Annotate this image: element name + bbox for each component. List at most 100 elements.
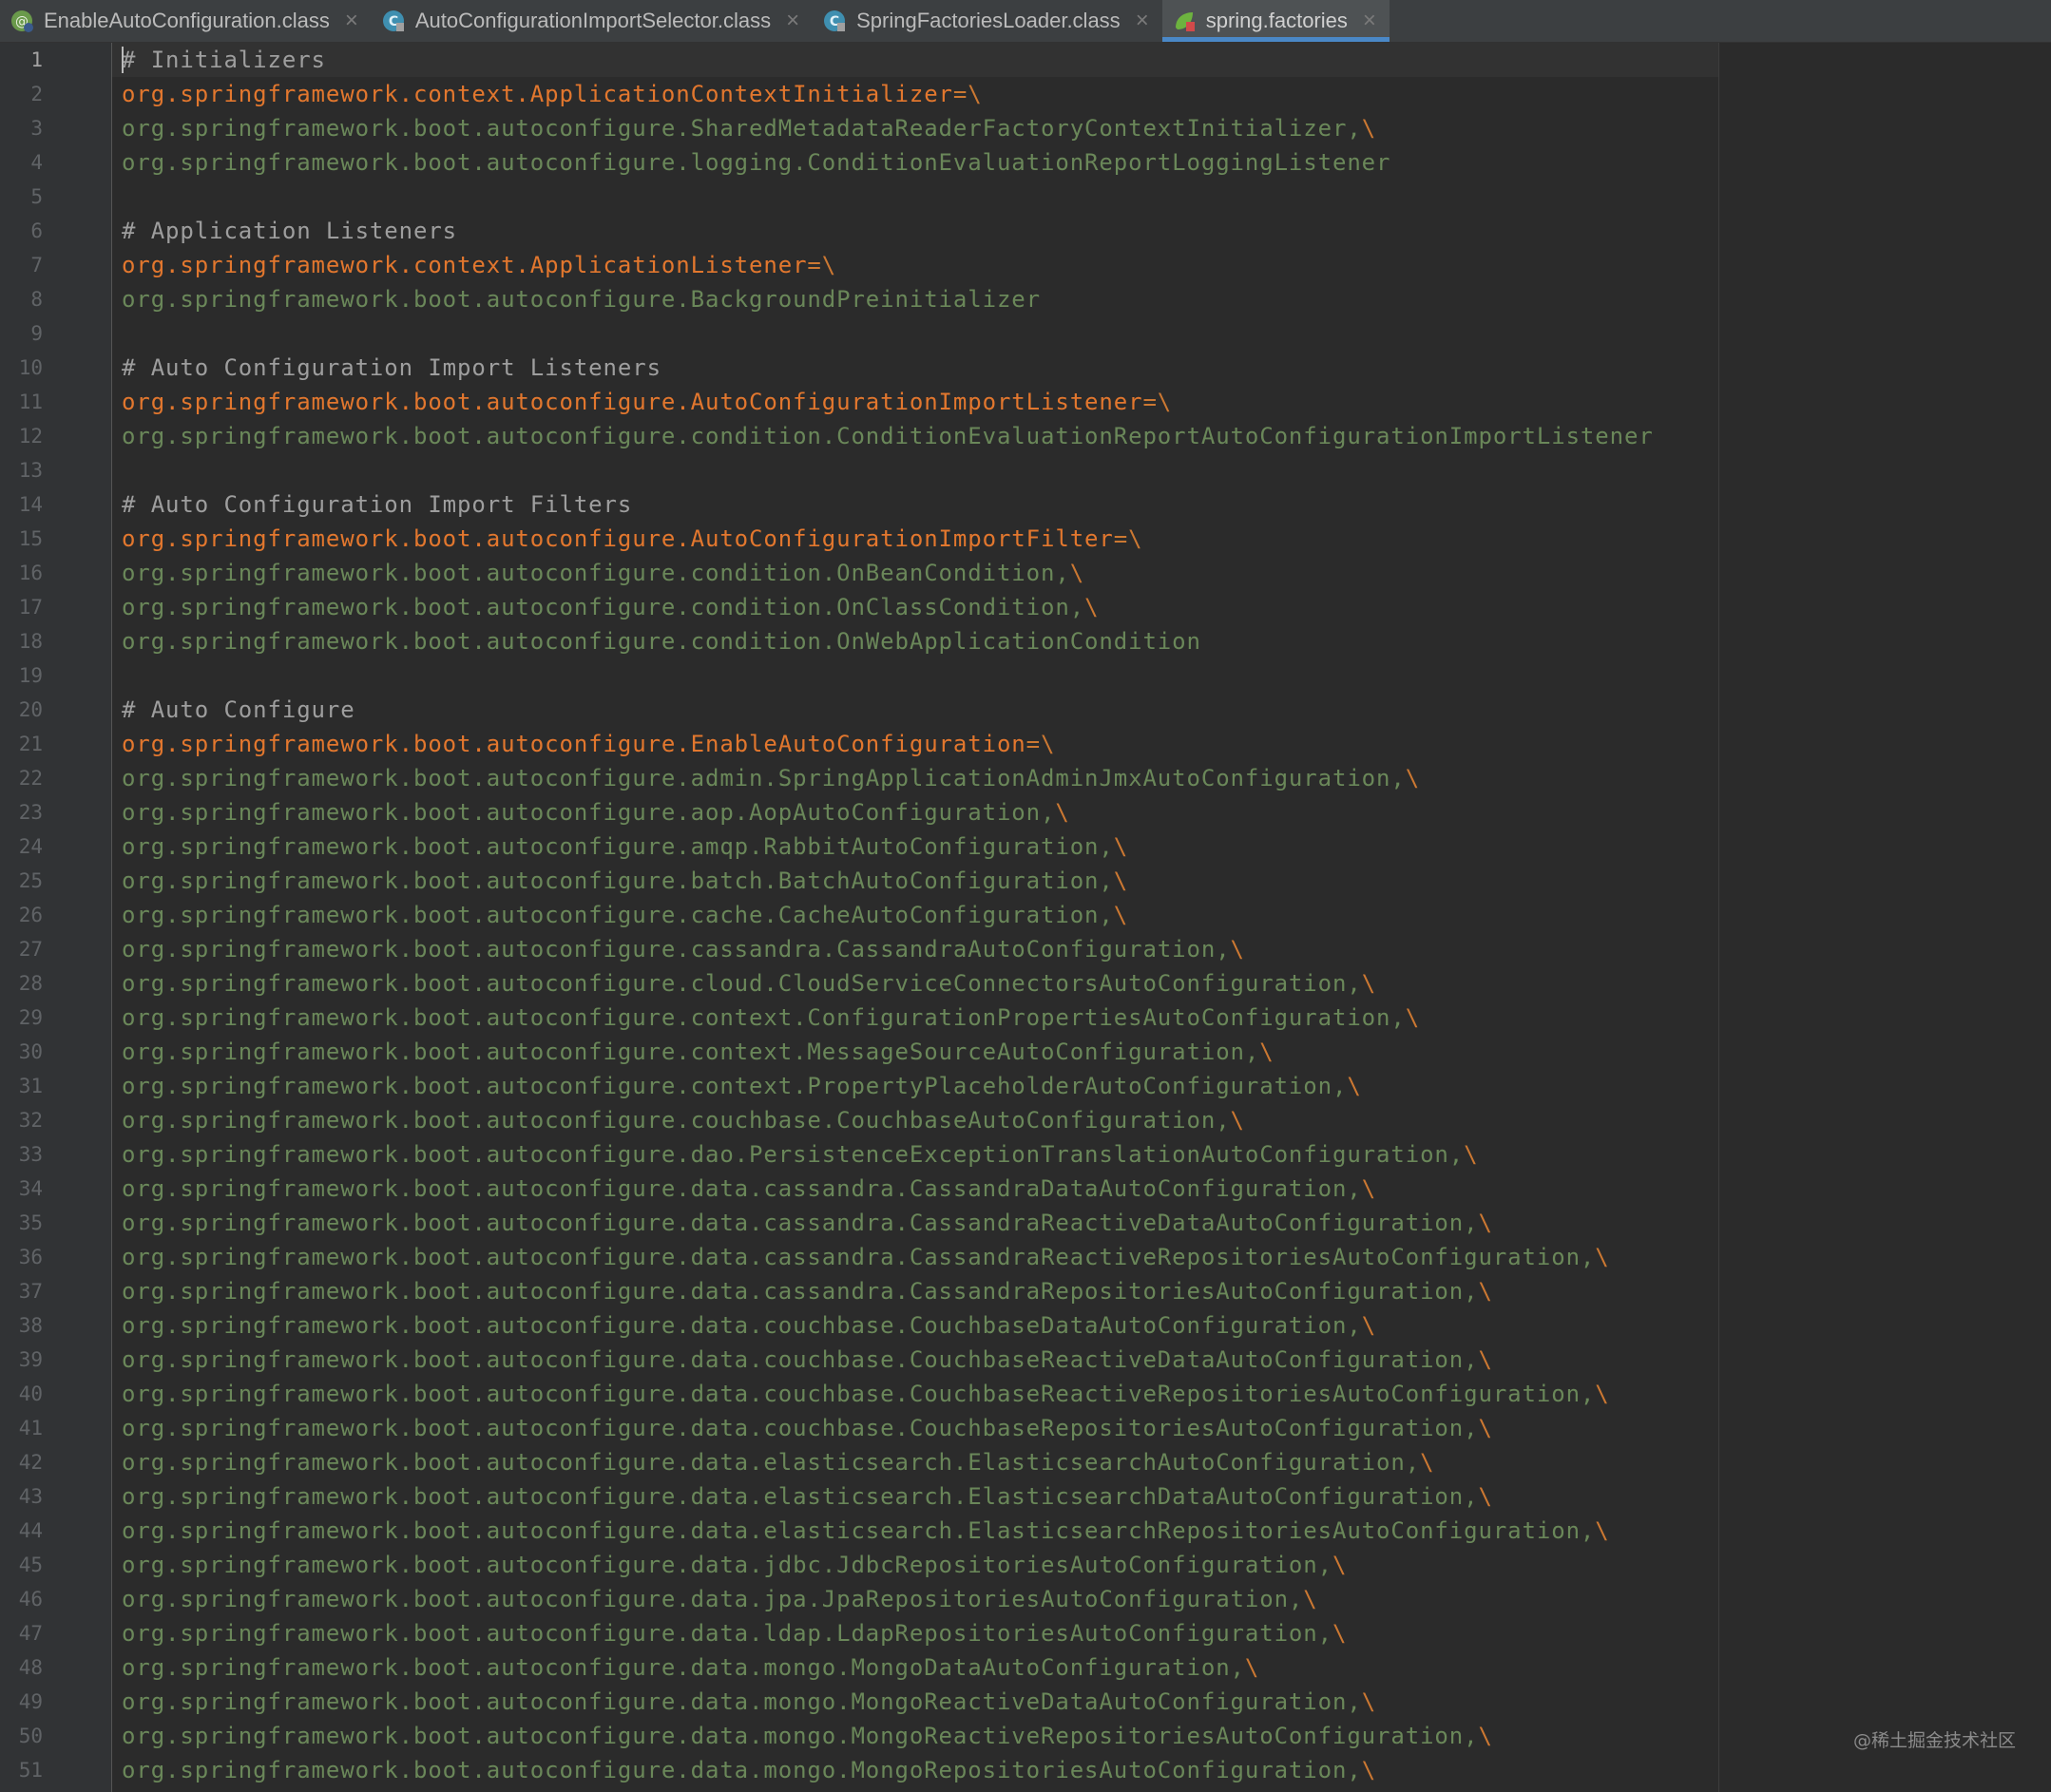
line-continuation: \: [1230, 1107, 1245, 1134]
code-line[interactable]: org.springframework.boot.autoconfigure.c…: [122, 556, 1084, 590]
line-number: 35: [18, 1211, 43, 1234]
code-line[interactable]: org.springframework.boot.autoconfigure.a…: [122, 761, 1420, 795]
line-continuation: \: [1303, 1586, 1318, 1612]
line-continuation: \: [1230, 936, 1245, 963]
code-line[interactable]: # Auto Configuration Import Listeners: [122, 351, 661, 385]
comment-text: # Auto Configure: [122, 696, 355, 723]
line-continuation: \: [1113, 867, 1129, 894]
property-value: org.springframework.boot.autoconfigure.S…: [122, 115, 1362, 142]
code-line[interactable]: org.springframework.boot.autoconfigure.d…: [122, 1685, 1376, 1719]
text-caret: [122, 47, 124, 73]
property-value: org.springframework.boot.autoconfigure.d…: [122, 1552, 1332, 1578]
property-value: org.springframework.boot.autoconfigure.c…: [122, 970, 1362, 997]
code-line[interactable]: org.springframework.boot.autoconfigure.d…: [122, 1650, 1259, 1685]
code-line[interactable]: org.springframework.boot.autoconfigure.d…: [122, 1582, 1318, 1616]
property-key: org.springframework.context.ApplicationL…: [122, 252, 808, 278]
code-line[interactable]: org.springframework.boot.autoconfigure.c…: [122, 419, 1654, 453]
close-icon[interactable]: ×: [786, 10, 799, 32]
current-line-highlight: [112, 43, 1718, 77]
line-number-gutter[interactable]: 1 2 3 4 5 6 7 8 9 10 11 12 13 14 15 16 17 18 19 20 21 22 23 24 2…: [0, 43, 112, 1792]
code-line[interactable]: org.springframework.boot.autoconfigure.c…: [122, 624, 1201, 658]
tab-label: SpringFactoriesLoader.class: [856, 9, 1121, 32]
code-line[interactable]: org.springframework.boot.autoconfigure.d…: [122, 1343, 1493, 1377]
tab-autoconfigurationimportselector-class[interactable]: C AutoConfigurationImportSelector.class ×: [372, 0, 813, 42]
code-line[interactable]: # Auto Configuration Import Filters: [122, 487, 632, 522]
property-value: org.springframework.boot.autoconfigure.d…: [122, 1175, 1362, 1202]
code-line[interactable]: org.springframework.boot.autoconfigure.c…: [122, 1069, 1362, 1103]
line-number: 3: [30, 117, 43, 140]
tab-enableautoconfiguration-class[interactable]: @ EnableAutoConfiguration.class ×: [0, 0, 372, 42]
code-line[interactable]: # Initializers: [122, 43, 326, 77]
code-line[interactable]: org.springframework.boot.autoconfigure.d…: [122, 1514, 1610, 1548]
line-number: 30: [18, 1040, 43, 1063]
tab-label: AutoConfigurationImportSelector.class: [414, 9, 772, 32]
code-line[interactable]: org.springframework.boot.autoconfigure.a…: [122, 795, 1070, 829]
line-number: 31: [18, 1075, 43, 1097]
code-line[interactable]: org.springframework.boot.autoconfigure.d…: [122, 1719, 1493, 1753]
code-line[interactable]: org.springframework.boot.autoconfigure.c…: [122, 1035, 1275, 1069]
property-value: org.springframework.boot.autoconfigure.d…: [122, 1654, 1245, 1681]
code-line[interactable]: org.springframework.boot.autoconfigure.d…: [122, 1274, 1493, 1308]
line-number: 19: [18, 664, 43, 687]
watermark: @稀土掘金技术社区: [1853, 1730, 2017, 1751]
line-number: 48: [18, 1656, 43, 1679]
line-number: 18: [18, 630, 43, 653]
code-line[interactable]: org.springframework.boot.autoconfigure.d…: [122, 1308, 1376, 1343]
code-line[interactable]: org.springframework.boot.autoconfigure.S…: [122, 111, 1376, 145]
code-line[interactable]: org.springframework.boot.autoconfigure.d…: [122, 1753, 1376, 1787]
code-line[interactable]: org.springframework.boot.autoconfigure.c…: [122, 932, 1245, 966]
line-continuation: \: [1361, 1688, 1377, 1715]
line-continuation: \: [1595, 1244, 1610, 1270]
code-line[interactable]: # Application Listeners: [122, 214, 457, 248]
property-value: org.springframework.boot.autoconfigure.d…: [122, 1723, 1479, 1749]
code-line[interactable]: org.springframework.boot.autoconfigure.c…: [122, 1103, 1245, 1137]
close-icon[interactable]: ×: [345, 10, 358, 32]
tab-label: EnableAutoConfiguration.class: [44, 9, 330, 32]
code-line[interactable]: org.springframework.boot.autoconfigure.d…: [122, 1548, 1347, 1582]
tab-spring-factories[interactable]: spring.factories ×: [1161, 0, 1390, 42]
property-value: org.springframework.boot.autoconfigure.d…: [122, 1688, 1362, 1715]
code-line[interactable]: org.springframework.boot.autoconfigure.b…: [122, 864, 1128, 898]
code-line[interactable]: org.springframework.boot.autoconfigure.c…: [122, 966, 1376, 1001]
line-continuation: \: [1347, 1073, 1362, 1099]
line-continuation: \: [1361, 1175, 1377, 1202]
code-line[interactable]: org.springframework.context.ApplicationC…: [122, 77, 983, 111]
class-file-icon: C: [381, 9, 406, 33]
close-icon[interactable]: ×: [1363, 10, 1376, 32]
code-line[interactable]: org.springframework.boot.autoconfigure.c…: [122, 590, 1099, 624]
code-line[interactable]: org.springframework.boot.autoconfigure.B…: [122, 282, 1041, 316]
code-line[interactable]: # Auto Configure: [122, 693, 355, 727]
code-line[interactable]: org.springframework.context.ApplicationL…: [122, 248, 836, 282]
line-number: 15: [18, 527, 43, 550]
line-number: 26: [18, 904, 43, 926]
code-line[interactable]: org.springframework.boot.autoconfigure.l…: [122, 145, 1390, 180]
line-number: 45: [18, 1554, 43, 1576]
code-line[interactable]: org.springframework.boot.autoconfigure.d…: [122, 1206, 1493, 1240]
code-line[interactable]: org.springframework.boot.autoconfigure.A…: [122, 385, 1172, 419]
code-line[interactable]: org.springframework.boot.autoconfigure.d…: [122, 1172, 1376, 1206]
line-continuation: \: [1332, 1620, 1348, 1647]
code-line[interactable]: org.springframework.boot.autoconfigure.d…: [122, 1240, 1610, 1274]
code-line[interactable]: org.springframework.boot.autoconfigure.c…: [122, 898, 1128, 932]
line-continuation: \: [1055, 799, 1070, 826]
code-line[interactable]: org.springframework.boot.autoconfigure.d…: [122, 1377, 1610, 1411]
code-line[interactable]: org.springframework.boot.autoconfigure.d…: [122, 1411, 1493, 1445]
code-editor[interactable]: 1 2 3 4 5 6 7 8 9 10 11 12 13 14 15 16 17 18 19 20 21 22 23 24 2…: [0, 43, 2051, 1792]
code-line[interactable]: org.springframework.boot.autoconfigure.c…: [122, 1001, 1420, 1035]
code-line[interactable]: org.springframework.boot.autoconfigure.A…: [122, 522, 1142, 556]
line-continuation: \: [1478, 1723, 1493, 1749]
property-key: org.springframework.boot.autoconfigure.E…: [122, 731, 1026, 757]
line-continuation: \: [1478, 1483, 1493, 1510]
line-number: 42: [18, 1451, 43, 1474]
code-line[interactable]: org.springframework.boot.autoconfigure.a…: [122, 829, 1128, 864]
property-value: org.springframework.boot.autoconfigure.d…: [122, 1141, 1465, 1168]
code-line[interactable]: org.springframework.boot.autoconfigure.d…: [122, 1137, 1479, 1172]
code-line[interactable]: org.springframework.boot.autoconfigure.E…: [122, 727, 1055, 761]
code-line[interactable]: org.springframework.boot.autoconfigure.d…: [122, 1479, 1493, 1514]
code-line[interactable]: org.springframework.boot.autoconfigure.d…: [122, 1616, 1347, 1650]
code-line[interactable]: org.springframework.boot.autoconfigure.d…: [122, 1445, 1434, 1479]
tab-springfactoriesloader-class[interactable]: C SpringFactoriesLoader.class ×: [813, 0, 1162, 42]
close-icon[interactable]: ×: [1136, 10, 1149, 32]
property-key: org.springframework.boot.autoconfigure.A…: [122, 525, 1114, 552]
line-continuation: \: [1420, 1449, 1435, 1476]
